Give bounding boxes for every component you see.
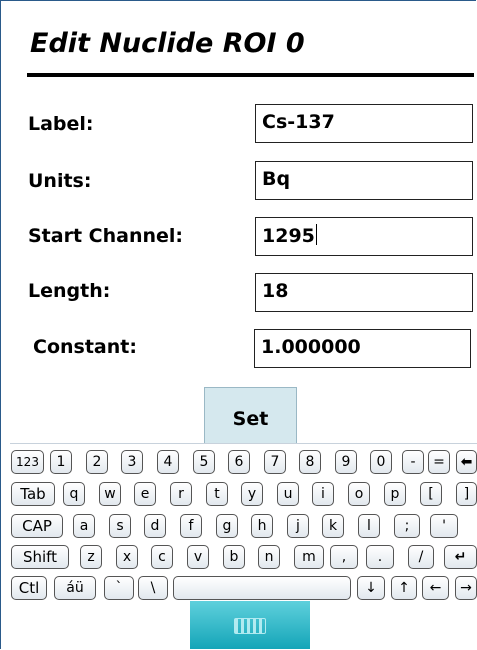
- key-tab[interactable]: Tab: [11, 482, 55, 506]
- key-q[interactable]: q: [63, 482, 85, 506]
- key-0[interactable]: 0: [370, 450, 392, 474]
- key-h[interactable]: h: [251, 514, 273, 538]
- key-ctrl[interactable]: Ctl: [11, 576, 47, 600]
- arrow-right-icon[interactable]: →: [455, 576, 477, 600]
- key-equals[interactable]: =: [428, 450, 450, 474]
- arrow-down-icon[interactable]: ↓: [357, 576, 385, 600]
- key-period[interactable]: .: [366, 545, 394, 569]
- key-e[interactable]: e: [134, 482, 156, 506]
- key-space[interactable]: [173, 576, 351, 600]
- start-channel-field[interactable]: 1295: [255, 217, 473, 256]
- key-backslash[interactable]: \: [138, 576, 168, 600]
- key-minus[interactable]: -: [402, 450, 424, 474]
- key-123[interactable]: 123: [11, 450, 44, 474]
- key-comma[interactable]: ,: [330, 545, 358, 569]
- key-u[interactable]: u: [277, 482, 299, 506]
- page-title: Edit Nuclide ROI 0: [30, 28, 305, 59]
- key-m[interactable]: m: [294, 545, 324, 569]
- key-open-bracket[interactable]: [: [420, 482, 442, 506]
- key-a[interactable]: a: [73, 514, 95, 538]
- key-c[interactable]: c: [151, 545, 173, 569]
- keyboard-icon: [234, 618, 266, 634]
- soft-keyboard: 123 1 2 3 4 5 6 7 8 9 0 - = ⬅ Tab q w e …: [10, 443, 477, 602]
- key-o[interactable]: o: [348, 482, 370, 506]
- key-l[interactable]: l: [358, 514, 380, 538]
- key-5[interactable]: 5: [193, 450, 215, 474]
- label-field[interactable]: Cs-137: [255, 104, 473, 143]
- key-s[interactable]: s: [109, 514, 131, 538]
- key-close-bracket[interactable]: ]: [456, 482, 477, 506]
- start-channel-field-label: Start Channel:: [28, 225, 183, 247]
- key-r[interactable]: r: [170, 482, 192, 506]
- key-6[interactable]: 6: [228, 450, 250, 474]
- key-x[interactable]: x: [116, 545, 138, 569]
- key-accents[interactable]: áü: [54, 576, 96, 600]
- key-d[interactable]: d: [144, 514, 166, 538]
- key-apostrophe[interactable]: ': [430, 514, 458, 538]
- key-n[interactable]: n: [258, 545, 280, 569]
- length-field-label: Length:: [28, 280, 111, 302]
- key-t[interactable]: t: [206, 482, 228, 506]
- enter-icon[interactable]: ↵: [444, 545, 477, 569]
- key-b[interactable]: b: [223, 545, 245, 569]
- arrow-up-icon[interactable]: ↑: [391, 576, 417, 600]
- key-i[interactable]: i: [312, 482, 334, 506]
- key-g[interactable]: g: [216, 514, 238, 538]
- key-k[interactable]: k: [322, 514, 344, 538]
- key-4[interactable]: 4: [157, 450, 179, 474]
- units-field-label: Units:: [28, 170, 92, 192]
- key-y[interactable]: y: [241, 482, 263, 506]
- key-v[interactable]: v: [187, 545, 209, 569]
- key-7[interactable]: 7: [264, 450, 286, 474]
- key-3[interactable]: 3: [121, 450, 143, 474]
- units-field[interactable]: Bq: [255, 161, 473, 200]
- key-j[interactable]: j: [287, 514, 309, 538]
- key-slash[interactable]: /: [408, 545, 434, 569]
- title-divider: [27, 73, 474, 77]
- key-8[interactable]: 8: [299, 450, 321, 474]
- backspace-icon[interactable]: ⬅: [456, 450, 477, 474]
- key-9[interactable]: 9: [335, 450, 357, 474]
- keyboard-toggle-button[interactable]: [190, 601, 310, 649]
- length-field[interactable]: 18: [255, 273, 473, 312]
- text-caret: [315, 224, 318, 245]
- key-caps[interactable]: CAP: [11, 514, 63, 538]
- key-semicolon[interactable]: ;: [394, 514, 420, 538]
- key-shift[interactable]: Shift: [11, 545, 69, 569]
- constant-field[interactable]: 1.000000: [254, 329, 471, 368]
- key-f[interactable]: f: [180, 514, 202, 538]
- key-1[interactable]: 1: [50, 450, 72, 474]
- key-w[interactable]: w: [99, 482, 121, 506]
- arrow-left-icon[interactable]: ←: [422, 576, 449, 600]
- key-2[interactable]: 2: [86, 450, 108, 474]
- set-button[interactable]: Set: [204, 387, 297, 445]
- key-p[interactable]: p: [384, 482, 406, 506]
- constant-field-label: Constant:: [33, 336, 137, 358]
- key-backtick[interactable]: `: [104, 576, 134, 600]
- label-field-label: Label:: [28, 113, 94, 135]
- start-channel-value: 1295: [262, 225, 315, 247]
- key-z[interactable]: z: [80, 545, 102, 569]
